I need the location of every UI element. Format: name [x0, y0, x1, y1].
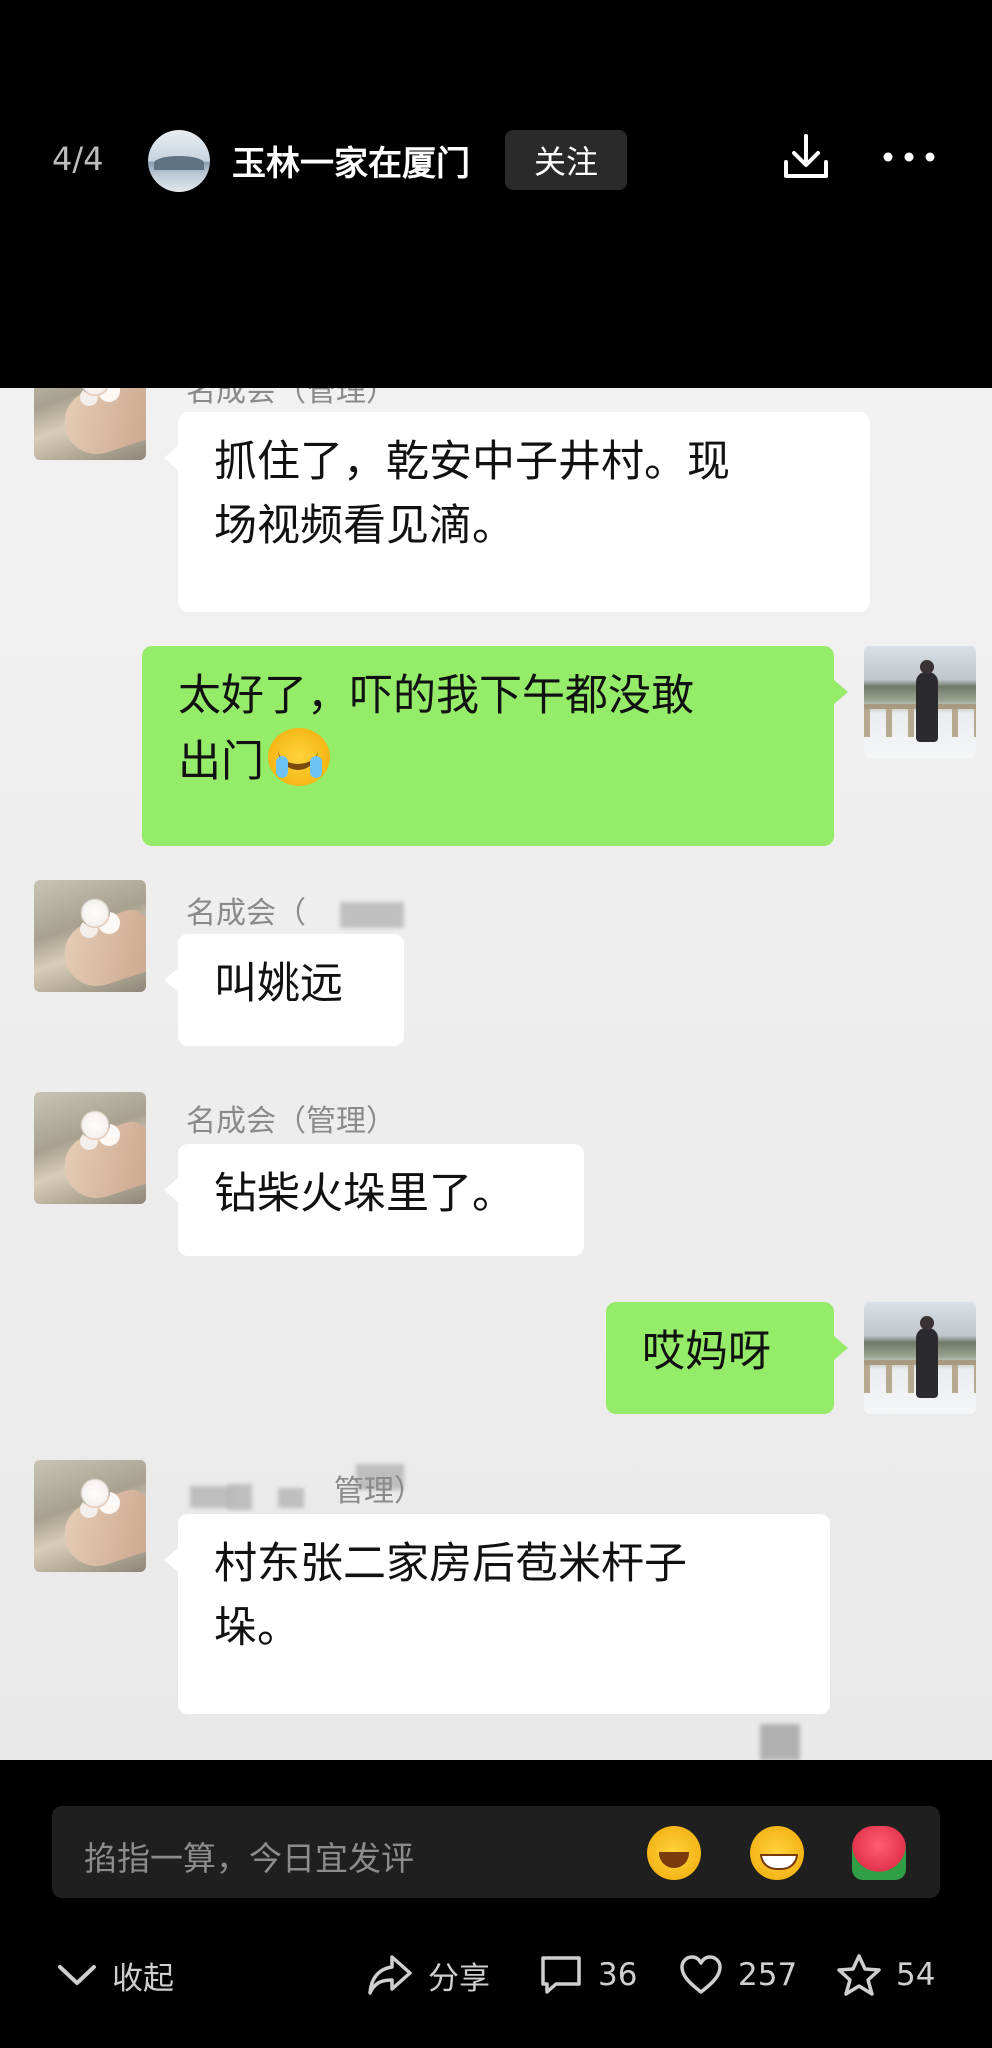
- message-line: 场视频看见滴。: [214, 501, 515, 551]
- like-count: 257: [738, 1957, 798, 1993]
- chevron-down-icon: [58, 1965, 96, 1985]
- message-line: 叫姚远: [214, 959, 343, 1009]
- laughing-crying-emoji-icon[interactable]: [647, 1826, 701, 1880]
- grinning-emoji-icon[interactable]: [750, 1826, 804, 1880]
- message-line: 抓住了，乾安中子井村。现: [214, 437, 730, 487]
- message-line: 哎妈呀: [642, 1327, 771, 1377]
- bottom-bar: 掐指一算，今日宜发评 收起 分享 36 257 54: [0, 1760, 992, 2048]
- message-bubble: 叫姚远: [164, 934, 404, 1046]
- star-icon: [837, 1954, 881, 1996]
- loudly-crying-face-icon: [268, 728, 330, 786]
- sender-name: 名成会（管理）: [186, 1104, 396, 1139]
- image-counter: 4/4: [52, 140, 104, 178]
- message-line: 村东张二家房后苞米杆子: [214, 1539, 687, 1589]
- message-bubble: 钻柴火垛里了。: [164, 1144, 584, 1256]
- heart-icon: [680, 1955, 722, 1994]
- redaction-patch: [340, 902, 404, 928]
- sender-name: 名成会（: [186, 896, 306, 931]
- rose-emoji-icon[interactable]: [852, 1826, 906, 1880]
- collapse-button[interactable]: 收起: [56, 1950, 174, 2000]
- comment-input[interactable]: 掐指一算，今日宜发评: [52, 1806, 940, 1898]
- sender-avatar: [34, 880, 146, 992]
- sender-name: 管理）: [334, 1474, 424, 1509]
- author-name[interactable]: 玉林一家在厦门: [232, 136, 470, 185]
- message-line: 出门: [178, 737, 264, 787]
- share-button[interactable]: 分享: [366, 1950, 490, 2000]
- message-bubble: 村东张二家房后苞米杆子 垛。: [164, 1514, 830, 1714]
- message-line: 钻柴火垛里了。: [214, 1169, 515, 1219]
- message-line: 垛。: [214, 1603, 300, 1653]
- top-bar: 4/4 玉林一家在厦门 关注: [0, 0, 992, 388]
- sender-avatar: [34, 1092, 146, 1204]
- redaction-patch: [278, 1488, 304, 1508]
- comment-button[interactable]: 36: [538, 1950, 637, 2000]
- sender-name: 名成会（管理）: [186, 388, 396, 409]
- comment-count: 36: [598, 1957, 638, 1993]
- comment-placeholder: 掐指一算，今日宜发评: [84, 1839, 414, 1878]
- sender-avatar: [34, 388, 146, 460]
- message-bubble: 太好了，吓的我下午都没敢 出门: [142, 646, 848, 846]
- share-label: 分享: [428, 1960, 490, 1997]
- redaction-patch: [228, 1484, 252, 1510]
- more-icon[interactable]: [882, 146, 936, 168]
- self-avatar: [864, 1302, 976, 1414]
- comment-icon: [541, 1956, 581, 1994]
- chat-screenshot[interactable]: 名成会（管理） 抓住了，乾安中子井村。现 场视频看见滴。 太好了，吓的我下午都没…: [0, 388, 992, 1760]
- message-bubble: 哎妈呀: [606, 1302, 848, 1414]
- redaction-patch: [760, 1724, 800, 1760]
- sender-avatar: [34, 1460, 146, 1572]
- message-line: 太好了，吓的我下午都没敢: [178, 671, 694, 721]
- star-count: 54: [896, 1957, 936, 1993]
- self-avatar: [864, 646, 976, 758]
- follow-button[interactable]: 关注: [505, 130, 627, 190]
- message-bubble: 抓住了，乾安中子井村。现 场视频看见滴。: [164, 412, 870, 612]
- author-avatar[interactable]: [148, 130, 210, 192]
- collapse-label: 收起: [112, 1960, 174, 1997]
- like-button[interactable]: 257: [678, 1950, 797, 2000]
- download-icon[interactable]: [782, 132, 830, 182]
- favorite-button[interactable]: 54: [836, 1950, 935, 2000]
- redaction-patch: [190, 1486, 230, 1508]
- share-icon: [368, 1955, 412, 1995]
